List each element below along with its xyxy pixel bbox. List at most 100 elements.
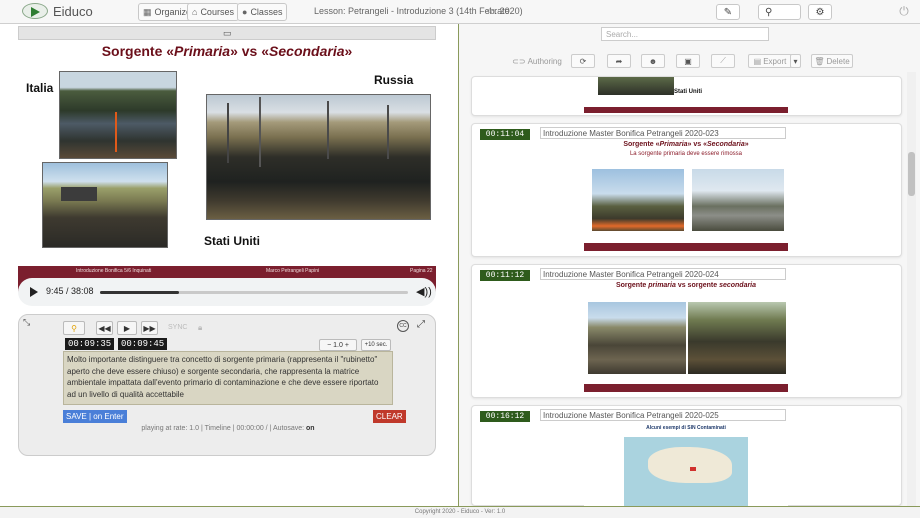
play-logo-icon bbox=[22, 3, 48, 19]
volume-icon[interactable]: ◀)) bbox=[416, 285, 432, 298]
rewind-button[interactable]: ◀◀ bbox=[96, 321, 113, 335]
card-title-input[interactable]: Introduzione Master Bonifica Petrangeli … bbox=[540, 409, 786, 421]
thumb-title-em: Secondaria bbox=[707, 141, 745, 148]
thumb-footer bbox=[584, 243, 788, 251]
slide-title-em: Secondaria bbox=[269, 43, 345, 59]
label-russia: Russia bbox=[374, 73, 414, 87]
card-timestamp[interactable]: 00:16:12 bbox=[480, 411, 530, 422]
microphone-icon: ● bbox=[242, 7, 248, 17]
thumb-subtitle: La sorgente primaria deve essere rimossa bbox=[629, 151, 743, 157]
delete-button[interactable]: 🗑︎ Delete bbox=[811, 54, 853, 68]
delete-label: Delete bbox=[826, 56, 850, 66]
users-button[interactable]: ☻ bbox=[641, 54, 665, 68]
users-icon: ☻ bbox=[648, 56, 658, 66]
card-title-input[interactable]: Introduzione Master Bonifica Petrangeli … bbox=[540, 268, 786, 280]
card-timestamp[interactable]: 00:11:12 bbox=[480, 270, 530, 281]
authoring-label: Authoring bbox=[527, 56, 562, 66]
slide-footer-right: Pagina 22 bbox=[410, 268, 433, 274]
photo-detail bbox=[387, 105, 389, 159]
screen-icon[interactable]: ▭ bbox=[223, 28, 232, 39]
rate-stepper[interactable]: − 1.0 + bbox=[319, 339, 357, 351]
autosave-status: on bbox=[306, 425, 315, 432]
player-progress-fill bbox=[100, 291, 179, 294]
thumb-title-part: » bbox=[744, 141, 749, 148]
thumb-title-em: Primaria bbox=[659, 141, 688, 148]
slide-footer-center: Marco Petrangeli Papini bbox=[266, 268, 320, 274]
clear-button[interactable]: CLEAR bbox=[373, 410, 406, 423]
thumb-title: Alcuni esempi di SIN Contaminati bbox=[646, 425, 726, 431]
thumb-title: Sorgente primaria vs sorgente secondaria bbox=[584, 282, 788, 289]
card-timestamp[interactable]: 00:11:04 bbox=[480, 129, 530, 140]
slide-title-part: Sorgente « bbox=[101, 43, 175, 59]
location-pin-button[interactable]: ⚲ bbox=[63, 321, 85, 335]
label-stati-uniti: Stati Uniti bbox=[204, 234, 260, 248]
slide-title: Sorgente «Primaria» vs «Secondaria» bbox=[18, 43, 436, 59]
timecode-start[interactable]: 00:09:35 bbox=[65, 338, 115, 350]
slide-card[interactable]: 00:11:04 Introduzione Master Bonifica Pe… bbox=[471, 123, 902, 257]
settings-button[interactable]: ⚙ bbox=[808, 4, 832, 20]
export-button[interactable]: ▤ Export bbox=[748, 54, 792, 68]
thumb-photo bbox=[692, 169, 784, 231]
collapse-icon[interactable]: ⤡ bbox=[23, 317, 30, 328]
eiduco-logo[interactable]: Eiduco bbox=[22, 3, 93, 19]
timecode-end[interactable]: 00:09:45 bbox=[118, 338, 168, 350]
rate-label: rate bbox=[494, 6, 510, 16]
power-icon[interactable]: ⏻ bbox=[896, 4, 912, 20]
nav-classes-button[interactable]: ● Classes bbox=[237, 3, 288, 21]
scrollbar-thumb[interactable] bbox=[908, 152, 915, 196]
play-icon[interactable] bbox=[30, 287, 38, 297]
right-pane: Search... ⊂⊃ Authoring ⟳ ➦ ☻ ▣ ⟋ ▤ Export … bbox=[459, 24, 920, 507]
edit-button[interactable]: ✎ bbox=[716, 4, 740, 20]
audio-player: 9:45 / 38:08 ◀)) bbox=[18, 278, 436, 306]
card-title-input[interactable]: Introduzione Master Bonifica Petrangeli … bbox=[540, 127, 786, 139]
play-icon: ▶ bbox=[123, 323, 131, 333]
thumb-title-part: vs sorgente bbox=[675, 282, 720, 289]
slide-thumbnail: Sorgente primaria vs sorgente secondaria bbox=[584, 282, 788, 392]
play-button[interactable]: ▶ bbox=[117, 321, 137, 335]
search-button[interactable]: ⚲ bbox=[758, 4, 801, 20]
slide-thumbnail: Sorgente «Primaria» vs «Secondaria» La s… bbox=[584, 141, 788, 251]
forward-button[interactable]: ▶▶ bbox=[141, 321, 158, 335]
rewind-icon: ◀◀ bbox=[98, 323, 111, 333]
save-button[interactable]: SAVE | on Enter bbox=[63, 410, 127, 423]
photo-detail bbox=[61, 187, 97, 201]
photo-detail bbox=[259, 97, 261, 167]
export-dropdown-button[interactable]: ▾ bbox=[790, 54, 801, 68]
photo-italy-site-2 bbox=[42, 162, 168, 248]
slide-card[interactable]: 00:16:12 Introduzione Master Bonifica Pe… bbox=[471, 405, 902, 507]
slide-title-part: » vs « bbox=[230, 43, 270, 59]
expand-icon[interactable]: ⤢ bbox=[417, 319, 425, 330]
player-time: 9:45 / 38:08 bbox=[46, 286, 94, 296]
chart-button[interactable]: ⟋ bbox=[711, 54, 735, 68]
authoring-toggle[interactable]: ⊂⊃ Authoring bbox=[512, 54, 562, 68]
slide-card[interactable]: 00:11:12 Introduzione Master Bonifica Pe… bbox=[471, 264, 902, 398]
slide-footer-left: Introduzione Bonifica 5/6 Inquinati bbox=[76, 268, 152, 274]
nav-courses-button[interactable]: ⌂ Courses bbox=[187, 3, 239, 21]
export-label: Export bbox=[763, 56, 787, 66]
plus-icon[interactable]: + bbox=[345, 342, 349, 349]
photo-detail bbox=[115, 112, 117, 152]
note-textarea[interactable]: Molto importante distinguere tra concett… bbox=[63, 351, 393, 405]
logo-text: Eiduco bbox=[53, 3, 93, 19]
slide-view: Sorgente «Primaria» vs «Secondaria» Ital… bbox=[18, 40, 436, 298]
skip-10-button[interactable]: +10 sec. bbox=[361, 339, 391, 351]
slide-search-input[interactable]: Search... bbox=[601, 27, 769, 41]
thumb-footer bbox=[584, 107, 788, 113]
closed-captions-icon[interactable]: CC bbox=[397, 320, 409, 332]
label-italia: Italia bbox=[26, 81, 54, 95]
image-button[interactable]: ▣ bbox=[676, 54, 700, 68]
player-progress-track[interactable] bbox=[100, 291, 408, 294]
right-scrollbar[interactable] bbox=[907, 72, 916, 506]
minus-icon[interactable]: − bbox=[327, 342, 331, 349]
refresh-button[interactable]: ⟳ bbox=[571, 54, 595, 68]
trash-icon: 🗑︎ bbox=[814, 56, 825, 66]
slide-card-partial[interactable]: Stati Uniti bbox=[471, 76, 902, 116]
thumb-photo bbox=[598, 77, 674, 95]
rate-link[interactable]: ☆rate bbox=[486, 6, 510, 17]
thumb-map bbox=[624, 437, 748, 507]
thumb-photo bbox=[588, 302, 686, 374]
share-button[interactable]: ➦ bbox=[607, 54, 631, 68]
slide-toolbar: ▭ bbox=[18, 26, 436, 40]
lock-icon[interactable]: 🔒︎ bbox=[198, 323, 202, 333]
sync-label[interactable]: SYNC bbox=[168, 324, 187, 331]
